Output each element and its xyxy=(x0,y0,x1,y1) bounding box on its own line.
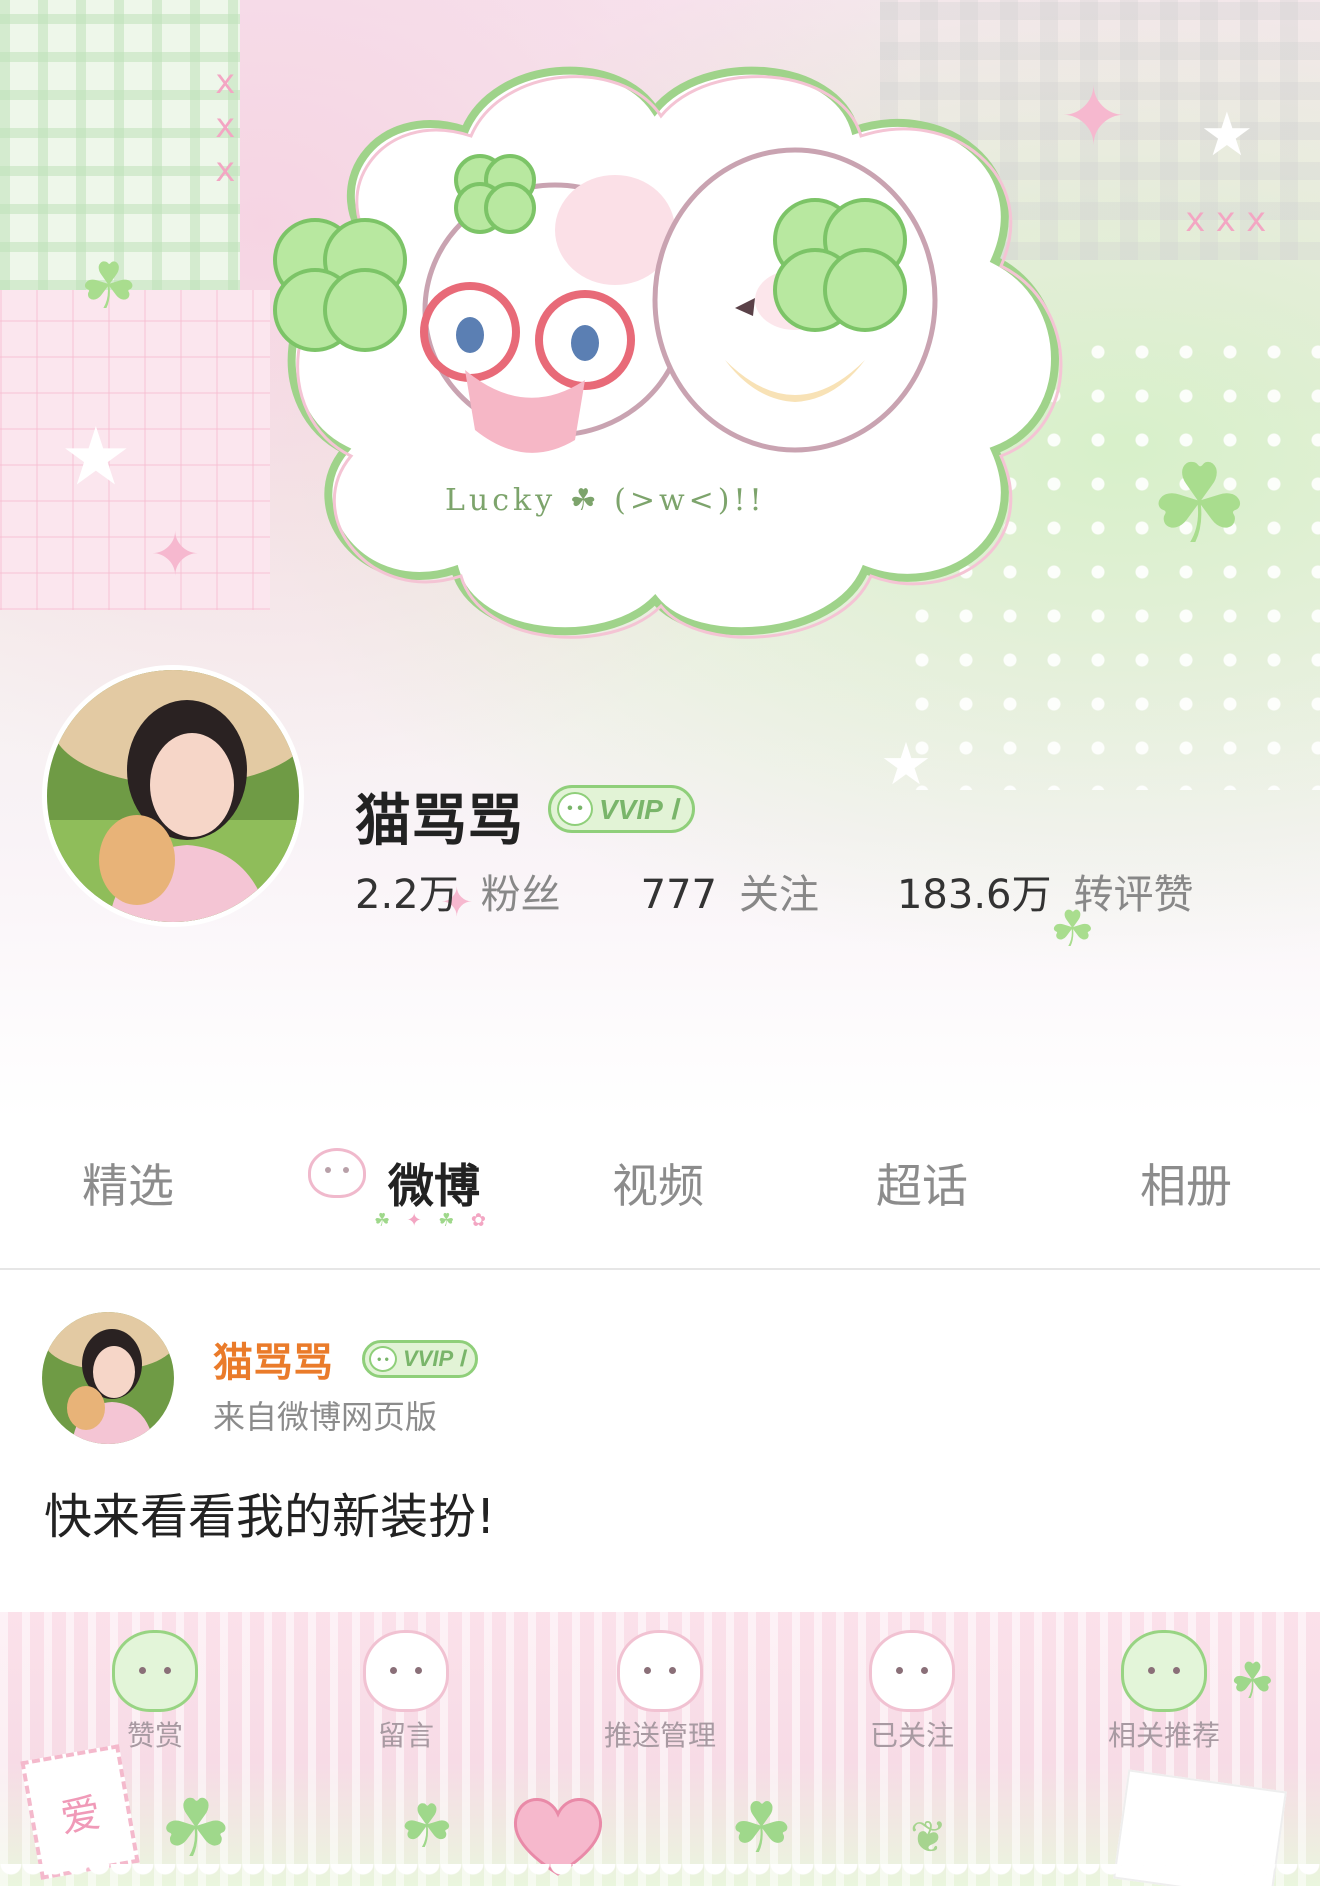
love-stamp: 爱 xyxy=(20,1744,140,1880)
stat-interactions-label: 转评赞 xyxy=(1073,872,1194,918)
post-author-name[interactable]: 猫骂骂 xyxy=(213,1330,333,1388)
sparkle-icon: ✦ xyxy=(406,1210,422,1231)
post-author-avatar[interactable] xyxy=(42,1312,174,1444)
vip-badge[interactable]: • • VVIP Ⅰ xyxy=(548,785,695,833)
clover-icon: ☘ xyxy=(1230,1652,1275,1710)
star-icon: ★ xyxy=(1200,100,1254,170)
cover-cloud-illustration: Lucky ☘ (>w<)!! xyxy=(273,66,1063,639)
star-icon: ★ xyxy=(880,730,932,798)
clover-icon: ☘ xyxy=(400,1792,454,1862)
profile-tabs: 精选 微博 视频 超话 相册 xyxy=(0,1120,1320,1270)
push-settings-label: 推送管理 xyxy=(603,1719,716,1752)
bunny-face-icon: • • xyxy=(369,1346,397,1372)
bunny-push-icon xyxy=(617,1630,703,1712)
recommendations-label: 相关推荐 xyxy=(1107,1719,1220,1752)
clover-bunny-icon xyxy=(1121,1630,1207,1712)
post-card[interactable]: 猫骂骂 来自微博网页版 快来看看我的新装扮! xyxy=(0,1272,1320,1612)
profile-cover: xxx xxx ☘ ☘ ☘ ★ ✦ ✦ ★ ★ ✦ Lucky ☘ (>w<)!… xyxy=(0,0,1320,1120)
message-label: 留言 xyxy=(377,1719,434,1752)
following-button[interactable]: 已关注 xyxy=(812,1630,1012,1780)
clover-icon: ☘ xyxy=(374,1210,391,1231)
stat-followers-count: 2.2万 xyxy=(355,872,459,918)
stamp-text: 爱 xyxy=(57,1789,105,1843)
bunny-message-icon xyxy=(363,1630,449,1712)
cover-plaid-green xyxy=(0,0,240,290)
vip-badge-label: VVIP Ⅰ xyxy=(599,793,678,825)
lace-border xyxy=(0,1864,1320,1886)
stat-following-label: 关注 xyxy=(738,872,819,918)
sparkle-icon: ✦ xyxy=(150,520,201,590)
profile-page: xxx xxx ☘ ☘ ☘ ★ ✦ ✦ ★ ★ ✦ Lucky ☘ (>w<)!… xyxy=(0,0,1320,1886)
bunny-reward-icon xyxy=(112,1630,198,1712)
bunny-face-icon: • • xyxy=(557,792,593,826)
stat-following-count: 777 xyxy=(640,872,717,918)
bunny-following-icon xyxy=(869,1630,955,1712)
bottom-action-bar: 赞赏 留言 推送管理 已关注 相关推荐 爱 ☘ ☘ ☘ ☘ ❦ xyxy=(0,1612,1320,1886)
post-source: 来自微博网页版 xyxy=(213,1398,438,1436)
ribbon-icon: ❦ xyxy=(910,1812,947,1863)
stat-interactions[interactable]: 183.6万 转评赞 xyxy=(897,862,1194,920)
reward-label: 赞赏 xyxy=(126,1719,183,1752)
post-vip-badge-label: VVIP Ⅰ xyxy=(403,1346,465,1371)
post-vip-badge[interactable]: • • VVIP Ⅰ xyxy=(362,1340,478,1378)
bunny-tab-icon xyxy=(308,1148,366,1198)
message-button[interactable]: 留言 xyxy=(306,1630,506,1780)
following-label: 已关注 xyxy=(869,1719,954,1752)
post-text: 快来看看我的新装扮! xyxy=(44,1489,496,1545)
tab-album[interactable]: 相册 xyxy=(1140,1150,1232,1216)
profile-name: 猫骂骂 xyxy=(355,789,523,854)
profile-stats: 2.2万 粉丝 777 关注 183.6万 转评赞 xyxy=(355,862,1194,920)
cover-plaid-pink xyxy=(0,290,270,610)
cover-x-marks: xxx xyxy=(215,62,246,190)
push-settings-button[interactable]: 推送管理 xyxy=(560,1630,760,1780)
clover-icon: ☘ xyxy=(438,1210,455,1231)
flower-icon: ✿ xyxy=(470,1210,486,1231)
tab-super-topic[interactable]: 超话 xyxy=(876,1150,968,1216)
stat-interactions-count: 183.6万 xyxy=(896,872,1052,918)
clover-icon: ☘ xyxy=(1150,440,1249,568)
clover-icon: ☘ xyxy=(730,1787,793,1869)
cover-caption: Lucky ☘ (>w<)!! xyxy=(445,483,766,518)
stat-followers[interactable]: 2.2万 粉丝 xyxy=(355,862,561,920)
profile-avatar[interactable] xyxy=(42,665,304,927)
stat-following[interactable]: 777 关注 xyxy=(641,862,819,920)
tab-weibo[interactable]: 微博 xyxy=(388,1150,480,1216)
stat-followers-label: 粉丝 xyxy=(480,872,561,918)
active-tab-indicator: ☘ ✦ ☘ ✿ xyxy=(374,1212,486,1230)
star-icon: ★ xyxy=(60,410,132,503)
clover-icon: ☘ xyxy=(80,250,138,324)
cover-x-marks-right: xxx xyxy=(1185,200,1277,240)
clover-icon: ☘ xyxy=(160,1782,232,1875)
tab-video[interactable]: 视频 xyxy=(612,1150,704,1216)
tab-featured[interactable]: 精选 xyxy=(82,1150,174,1216)
